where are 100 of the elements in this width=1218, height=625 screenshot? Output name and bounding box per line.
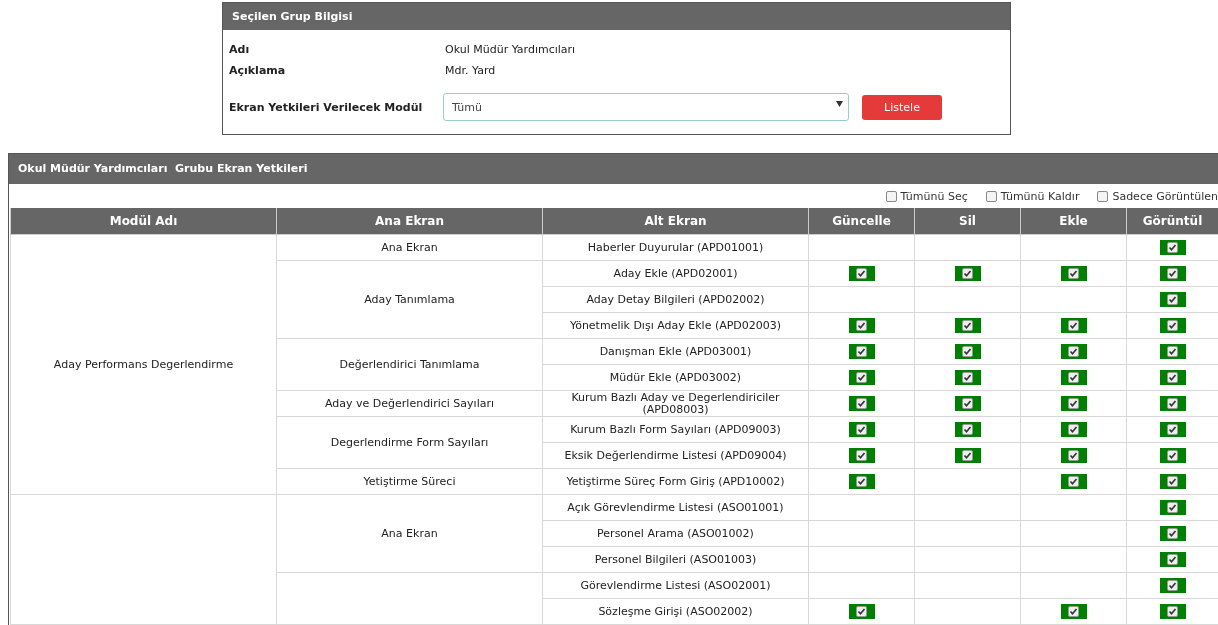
checkmark-icon [856,372,867,383]
checkmark-icon [1167,320,1178,331]
bulk-checkbox[interactable]: Sadece Görüntülen [1097,189,1218,203]
checkmark-icon [962,268,973,279]
permission-checkbox[interactable] [848,266,875,281]
permission-checkbox[interactable] [1159,474,1186,489]
permission-checkbox[interactable] [1159,604,1186,619]
checkmark-icon [1068,476,1079,487]
permission-checkbox[interactable] [1159,344,1186,359]
checkmark-icon [1068,424,1079,435]
sub-screen-name: Kurum Bazlı Aday ve Degerlendiriciler (APD08003) [571,390,780,416]
checkmark-icon [962,424,973,435]
permission-checkbox[interactable] [954,266,981,281]
sub-screen-name: Danışman Ekle (APD03001) [599,344,752,358]
permission-checkbox[interactable] [1159,266,1186,281]
checkmark-icon [1167,268,1178,279]
checkmark-icon [1068,346,1079,357]
permission-checkbox[interactable] [1060,422,1087,437]
permission-checkbox[interactable] [848,370,875,385]
bulk-checkbox[interactable]: Tümünü Kaldır [985,189,1080,203]
permission-checkbox[interactable] [848,318,875,333]
column-header: Görüntül [1126,208,1218,235]
checkmark-icon [1068,320,1079,331]
checkmark-icon [1068,372,1079,383]
sub-screen-name: Aday Ekle (APD02001) [613,266,738,280]
permission-checkbox[interactable] [954,448,981,463]
permission-checkbox[interactable] [954,396,981,411]
column-header: Modül Adı [10,208,277,235]
permission-checkbox[interactable] [848,604,875,619]
permission-checkbox[interactable] [954,370,981,385]
module-name: Aday Performans Degerlendirme [53,357,234,371]
screen-name: Ana Ekran [381,526,438,540]
permission-checkbox[interactable] [848,448,875,463]
list-button[interactable]: Listele [862,94,942,120]
sub-screen-name: Eksik Değerlendirme Listesi (APD09004) [564,448,787,462]
permission-checkbox[interactable] [1060,604,1087,619]
checkmark-icon [1068,268,1079,279]
checkmark-icon [962,398,973,409]
sub-screen-name: Personel Arama (ASO01002) [597,526,754,540]
checkmark-icon [1167,242,1178,253]
permission-checkbox[interactable] [1060,318,1087,333]
checkmark-icon [962,450,973,461]
permission-checkbox[interactable] [1159,500,1186,515]
permission-checkbox[interactable] [1159,552,1186,567]
checkmark-icon [962,372,973,383]
permission-checkbox[interactable] [1060,266,1087,281]
permission-checkbox[interactable] [1159,578,1186,593]
checkmark-icon [1068,606,1079,617]
field-value: Mdr. Yard [444,64,496,77]
permission-checkbox[interactable] [1159,370,1186,385]
permission-checkbox[interactable] [848,396,875,411]
permission-checkbox[interactable] [1159,292,1186,307]
permission-checkbox[interactable] [1060,344,1087,359]
sub-screen-name: Aday Detay Bilgileri (APD02002) [586,292,765,306]
permission-checkbox[interactable] [1159,448,1186,463]
checkmark-icon [1167,580,1178,591]
panel-title: Okul Müdür Yardımcıları Grubu Ekran Yetkileri [9,154,1218,184]
column-header: Ekle [1020,208,1127,235]
permission-checkbox[interactable] [848,344,875,359]
screen-name: Degerlendirme Form Sayıları [330,435,489,449]
checkmark-icon [1068,398,1079,409]
module-dropdown[interactable]: Tümü [443,93,849,121]
checkmark-icon [856,476,867,487]
checkmark-icon [1167,528,1178,539]
checkmark-icon [1167,476,1178,487]
column-header: Alt Ekran [542,208,809,235]
permission-checkbox[interactable] [954,318,981,333]
bulk-checkbox[interactable]: Tümünü Seç [885,189,968,203]
field-label: Ekran Yetkileri Verilecek Modül [229,100,424,114]
checkmark-icon [1167,346,1178,357]
screen-name: Yetiştirme Süreci [363,474,456,488]
permission-checkbox[interactable] [1060,474,1087,489]
permission-checkbox[interactable] [1159,526,1186,541]
checkmark-icon [856,268,867,279]
field-label: Adı [229,43,251,56]
permission-checkbox[interactable] [954,422,981,437]
checkmark-icon [1167,502,1178,513]
permission-checkbox[interactable] [848,422,875,437]
permission-checkbox[interactable] [1060,396,1087,411]
permission-checkbox[interactable] [954,344,981,359]
checkmark-icon [1068,450,1079,461]
checkmark-icon [856,450,867,461]
checkmark-icon [1167,554,1178,565]
screen-name: Aday Tanımlama [364,292,455,306]
checkmark-icon [856,398,867,409]
screen-name: Aday ve Değerlendirici Sayıları [325,396,494,410]
permission-checkbox[interactable] [848,474,875,489]
checkmark-icon [856,320,867,331]
screen-name: Ana Ekran [381,240,438,254]
sub-screen-name: Görevlendirme Listesi (ASO02001) [580,578,771,592]
checkmark-icon [962,346,973,357]
permission-checkbox[interactable] [1159,240,1186,255]
field-value: Okul Müdür Yardımcıları [444,43,576,56]
sub-screen-name: Açık Görevlendirme Listesi (ASO01001) [567,500,784,514]
permission-checkbox[interactable] [1159,396,1186,411]
permission-checkbox[interactable] [1060,448,1087,463]
checkmark-icon [856,346,867,357]
permission-checkbox[interactable] [1159,422,1186,437]
permission-checkbox[interactable] [1060,370,1087,385]
permission-checkbox[interactable] [1159,318,1186,333]
